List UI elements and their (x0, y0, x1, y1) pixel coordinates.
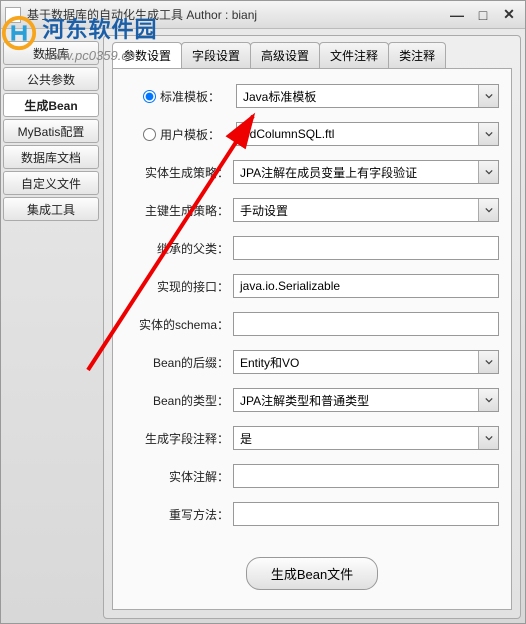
minimize-button[interactable]: — (445, 6, 469, 24)
chevron-down-icon (478, 427, 498, 449)
close-button[interactable]: ✕ (497, 6, 521, 24)
text-field[interactable] (233, 312, 499, 336)
chevron-down-icon (478, 85, 498, 107)
sidebar-item-integration[interactable]: 集成工具 (3, 197, 99, 221)
form-label: 重写方法： (125, 506, 229, 523)
tab-panel-param-settings: 标准模板： Java标准模板 用户模板： odColumnSQL.ftl 实体生… (112, 68, 512, 610)
combo-field[interactable]: 是 (233, 426, 499, 450)
sidebar: 数据库 公共参数 生成Bean MyBatis配置 数据库文档 自定义文件 集成… (3, 35, 99, 619)
form-row: 实体生成策略： JPA注解在成员变量上有字段验证 (125, 159, 499, 185)
tab-param-settings[interactable]: 参数设置 (112, 42, 182, 68)
radio-standard-template[interactable] (143, 90, 156, 103)
combo-user-template[interactable]: odColumnSQL.ftl (236, 122, 499, 146)
form-label: 生成字段注释： (125, 430, 229, 447)
combo-standard-template[interactable]: Java标准模板 (236, 84, 499, 108)
app-icon (5, 7, 21, 23)
form-label: 实现的接口： (125, 278, 229, 295)
sidebar-item-db-doc[interactable]: 数据库文档 (3, 145, 99, 169)
tab-bar: 参数设置 字段设置 高级设置 文件注释 类注释 (112, 42, 512, 68)
combo-field[interactable]: Entity和VO (233, 350, 499, 374)
combo-value: 手动设置 (240, 202, 288, 219)
form-label: 继承的父类： (125, 240, 229, 257)
main-panel: 参数设置 字段设置 高级设置 文件注释 类注释 标准模板： Java标准模板 (103, 35, 521, 619)
sidebar-item-mybatis[interactable]: MyBatis配置 (3, 119, 99, 143)
maximize-button[interactable]: □ (471, 6, 495, 24)
combo-field[interactable]: JPA注解在成员变量上有字段验证 (233, 160, 499, 184)
form-label: Bean的后缀： (125, 354, 229, 371)
chevron-down-icon (478, 351, 498, 373)
form-label: 实体的schema： (125, 316, 229, 333)
chevron-down-icon (478, 199, 498, 221)
combo-value: JPA注解在成员变量上有字段验证 (240, 164, 417, 181)
form-row: Bean的后缀： Entity和VO (125, 349, 499, 375)
text-field[interactable] (233, 502, 499, 526)
form-row: 重写方法： (125, 501, 499, 527)
tab-field-settings[interactable]: 字段设置 (181, 42, 251, 68)
app-window: 基于数据库的自动化生成工具 Author : bianj — □ ✕ 数据库 公… (0, 0, 526, 624)
form-row: 实体的schema： (125, 311, 499, 337)
chevron-down-icon (478, 161, 498, 183)
form-row: Bean的类型： JPA注解类型和普通类型 (125, 387, 499, 413)
tab-advanced-settings[interactable]: 高级设置 (250, 42, 320, 68)
label-user-template: 用户模板： (160, 126, 232, 143)
form-label: 实体注解： (125, 468, 229, 485)
form-row: 主键生成策略： 手动设置 (125, 197, 499, 223)
generate-bean-button[interactable]: 生成Bean文件 (246, 557, 378, 590)
text-field[interactable] (233, 236, 499, 260)
combo-user-template-value: odColumnSQL.ftl (243, 127, 334, 141)
tab-file-comment[interactable]: 文件注释 (319, 42, 389, 68)
combo-value: 是 (240, 430, 252, 447)
form-row: 实现的接口：java.io.Serializable (125, 273, 499, 299)
form-row: 继承的父类： (125, 235, 499, 261)
combo-field[interactable]: 手动设置 (233, 198, 499, 222)
sidebar-item-common-params[interactable]: 公共参数 (3, 67, 99, 91)
form-label: 实体生成策略： (125, 164, 229, 181)
tab-class-comment[interactable]: 类注释 (388, 42, 446, 68)
combo-value: Entity和VO (240, 354, 299, 371)
row-standard-template: 标准模板： Java标准模板 (125, 83, 499, 109)
titlebar: 基于数据库的自动化生成工具 Author : bianj — □ ✕ (1, 1, 525, 29)
window-title: 基于数据库的自动化生成工具 Author : bianj (27, 6, 443, 23)
text-field[interactable]: java.io.Serializable (233, 274, 499, 298)
form-row: 生成字段注释： 是 (125, 425, 499, 451)
content-area: 数据库 公共参数 生成Bean MyBatis配置 数据库文档 自定义文件 集成… (1, 29, 525, 623)
row-user-template: 用户模板： odColumnSQL.ftl (125, 121, 499, 147)
sidebar-item-custom-file[interactable]: 自定义文件 (3, 171, 99, 195)
form-label: Bean的类型： (125, 392, 229, 409)
text-field[interactable] (233, 464, 499, 488)
combo-field[interactable]: JPA注解类型和普通类型 (233, 388, 499, 412)
combo-value: JPA注解类型和普通类型 (240, 392, 369, 409)
chevron-down-icon (478, 123, 498, 145)
label-standard-template: 标准模板： (160, 88, 232, 105)
chevron-down-icon (478, 389, 498, 411)
form-row: 实体注解： (125, 463, 499, 489)
sidebar-item-database[interactable]: 数据库 (3, 41, 99, 65)
form-label: 主键生成策略： (125, 202, 229, 219)
radio-user-template[interactable] (143, 128, 156, 141)
sidebar-item-generate-bean[interactable]: 生成Bean (3, 93, 99, 117)
combo-standard-template-value: Java标准模板 (243, 88, 316, 105)
